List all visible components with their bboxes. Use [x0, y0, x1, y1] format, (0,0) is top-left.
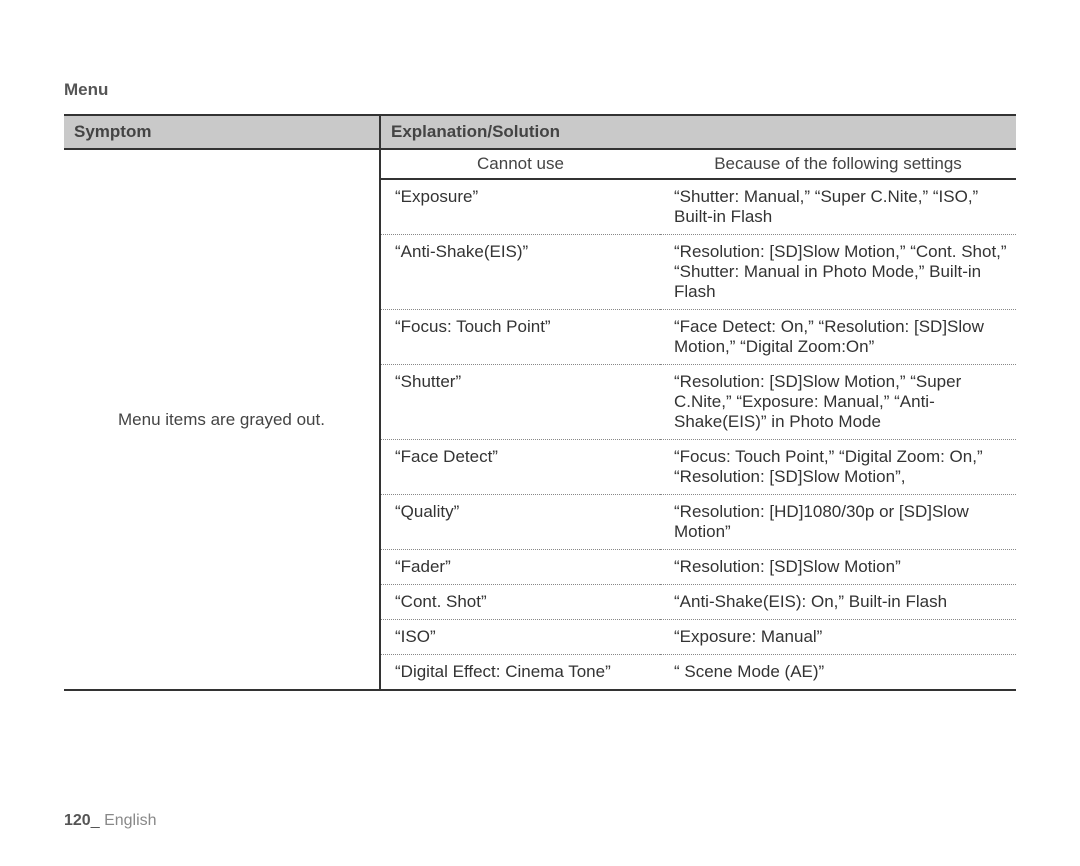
reason-cell: “Anti-Shake(EIS): On,” Built-in Flash: [660, 585, 1016, 620]
symptom-table: Symptom Explanation/Solution Menu items …: [64, 114, 1016, 691]
page-number: 120: [64, 812, 91, 829]
footer-separator: _: [91, 812, 100, 829]
reason-cell: “ Scene Mode (AE)”: [660, 655, 1016, 691]
cannot-use-cell: “Fader”: [380, 550, 660, 585]
cannot-use-cell: “Face Detect”: [380, 440, 660, 495]
symptom-cell: Menu items are grayed out.: [64, 149, 380, 690]
col-header-symptom: Symptom: [64, 115, 380, 149]
cannot-use-cell: “Digital Effect: Cinema Tone”: [380, 655, 660, 691]
page-language: English: [104, 812, 156, 829]
reason-cell: “Exposure: Manual”: [660, 620, 1016, 655]
cannot-use-cell: “Exposure”: [380, 179, 660, 235]
col-header-explanation: Explanation/Solution: [380, 115, 1016, 149]
subheader-cannot-use: Cannot use: [380, 149, 660, 179]
subheader-because: Because of the following settings: [660, 149, 1016, 179]
reason-cell: “Resolution: [SD]Slow Motion,” “Super C.…: [660, 365, 1016, 440]
reason-cell: “Shutter: Manual,” “Super C.Nite,” “ISO,…: [660, 179, 1016, 235]
section-title: Menu: [64, 80, 1016, 100]
cannot-use-cell: “Shutter”: [380, 365, 660, 440]
cannot-use-cell: “Anti-Shake(EIS)”: [380, 235, 660, 310]
reason-cell: “Focus: Touch Point,” “Digital Zoom: On,…: [660, 440, 1016, 495]
cannot-use-cell: “ISO”: [380, 620, 660, 655]
reason-cell: “Resolution: [SD]Slow Motion,” “Cont. Sh…: [660, 235, 1016, 310]
reason-cell: “Resolution: [SD]Slow Motion”: [660, 550, 1016, 585]
reason-cell: “Resolution: [HD]1080/30p or [SD]Slow Mo…: [660, 495, 1016, 550]
reason-cell: “Face Detect: On,” “Resolution: [SD]Slow…: [660, 310, 1016, 365]
cannot-use-cell: “Quality”: [380, 495, 660, 550]
page-footer: 120_ English: [64, 812, 157, 830]
cannot-use-cell: “Focus: Touch Point”: [380, 310, 660, 365]
cannot-use-cell: “Cont. Shot”: [380, 585, 660, 620]
